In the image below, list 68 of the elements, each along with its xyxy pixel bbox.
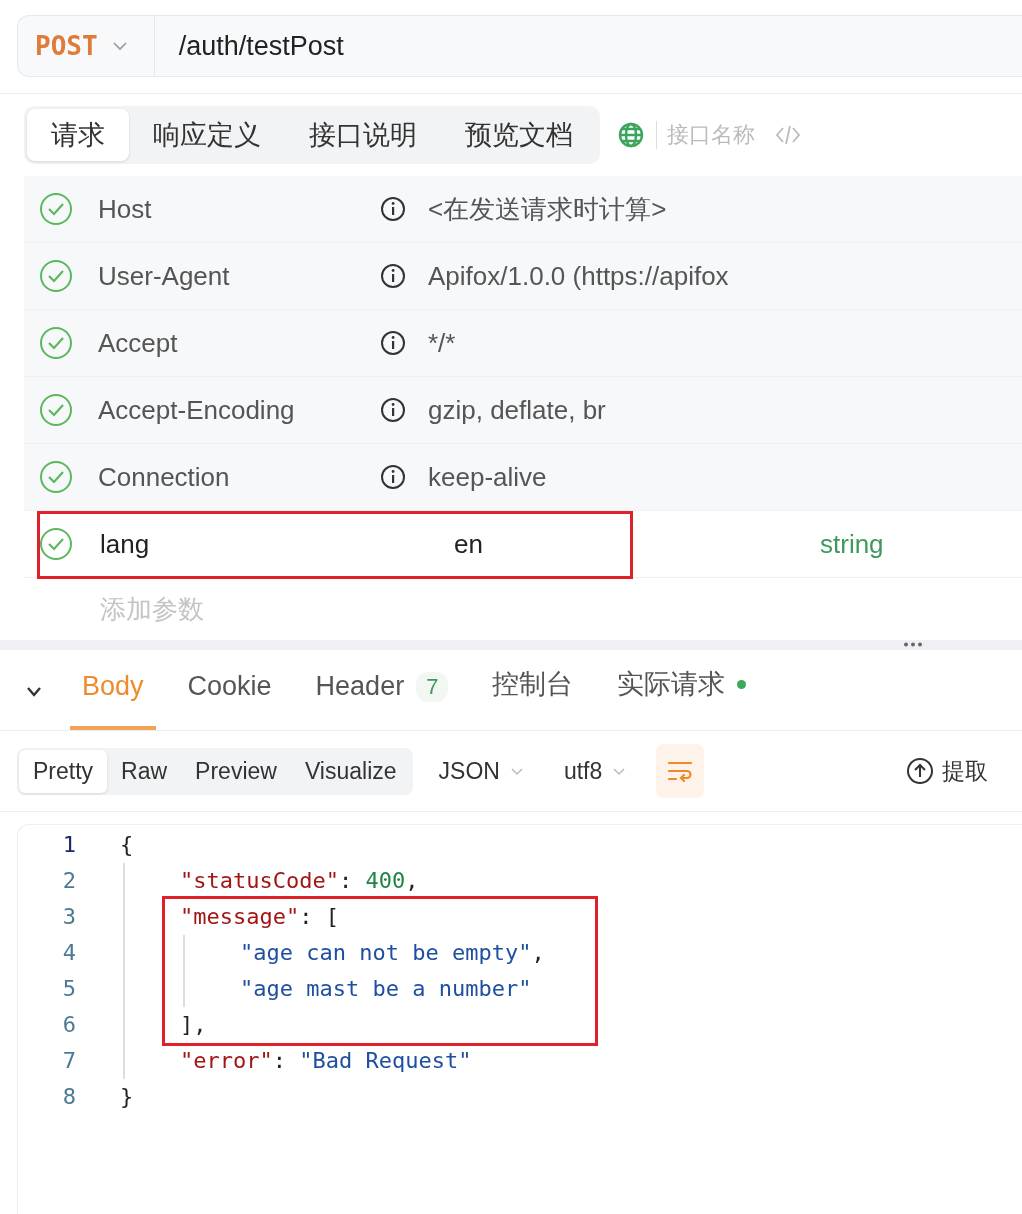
wrap-lines-icon [667,760,694,782]
header-name: Host [98,193,153,225]
dropdown[interactable]: JSON [438,757,524,785]
header-name: lang [100,528,151,560]
code-line: "age mast be a number" [240,975,533,1003]
line-number: 5 [61,975,77,1003]
check-circle-icon[interactable] [39,192,73,226]
info-icon [380,397,406,423]
code-line: } [120,1083,135,1111]
tab[interactable]: 实际请求 [605,666,759,730]
line-number: 8 [61,1083,77,1111]
tab[interactable]: Preview [181,749,291,793]
code-icon [775,124,801,146]
info-icon [380,330,406,356]
info-icon [380,196,406,222]
tab[interactable]: Cookie [175,671,284,730]
header-value: Apifox/1.0.0 (https://apifox [428,260,730,292]
check-circle-icon[interactable] [39,259,73,293]
header-value: gzip, deflate, br [428,394,607,426]
tab[interactable]: Header 7 [303,671,461,730]
count-badge: 7 [416,671,449,702]
globe-icon [618,122,644,148]
line-number: 1 [61,831,77,859]
header-value: en [454,528,484,560]
tab[interactable]: 控制台 [480,666,586,730]
check-circle-icon[interactable] [39,460,73,494]
tab[interactable]: Raw [107,749,182,793]
header-name: Connection [98,461,231,493]
code-line: "message": [ [180,903,340,931]
header-name: User-Agent [98,260,231,292]
tab[interactable]: 预览文档 [441,109,597,161]
line-number: 2 [61,867,77,895]
code-line: "error": "Bad Request" [180,1047,473,1075]
line-number: 7 [61,1047,77,1075]
name-field[interactable]: 接口名称 [656,121,765,149]
extract-button[interactable]: 提取 [906,755,988,787]
header-value: <在发送请求时计算> [428,192,668,226]
line-number: 4 [61,939,77,967]
info-icon [380,263,406,289]
dropdown[interactable]: utf8 [563,757,627,785]
url-field[interactable]: /auth/testPost [154,30,344,62]
tab[interactable]: 接口说明 [285,109,441,161]
check-circle-icon[interactable] [39,326,73,360]
header-value: keep-alive [428,461,548,493]
upload-circle-icon [906,757,934,785]
tab[interactable]: 响应定义 [129,109,285,161]
check-circle-icon[interactable] [39,527,73,561]
tab[interactable]: Visualize [290,749,411,793]
header-name: Accept-Encoding [98,394,296,426]
more-icon [903,642,923,647]
header-name: Accept [98,327,179,359]
type-label: string [820,528,884,560]
chevron-down-icon [612,766,627,776]
chevron-down-icon [509,766,524,776]
code-line: "statusCode": 400, [180,867,420,895]
chevron-down-icon [111,41,128,51]
chevron-down-icon [26,686,42,698]
tab[interactable]: Pretty [19,749,108,793]
wrap-button[interactable] [656,744,705,798]
code-line: { [120,831,135,859]
line-number: 3 [61,903,77,931]
header-value: */* [428,327,457,359]
check-circle-icon[interactable] [39,393,73,427]
info-icon [380,464,406,490]
tab[interactable]: 请求 [27,109,129,161]
line-number: 6 [61,1011,77,1039]
code-line: "age can not be empty", [240,939,546,967]
code-line: ], [180,1011,208,1039]
